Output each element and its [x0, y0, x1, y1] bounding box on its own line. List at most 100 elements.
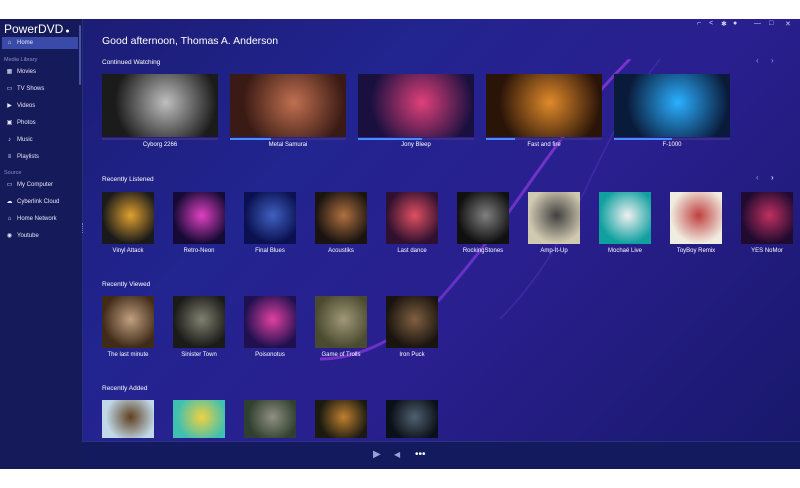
- continued-prev-icon[interactable]: ‹: [756, 56, 759, 65]
- sidebar-item-photos[interactable]: ▣ Photos: [2, 117, 78, 129]
- continued-watching-title: Continued Watching: [102, 59, 161, 66]
- volume-icon[interactable]: ◀: [394, 450, 400, 459]
- app-title[interactable]: PowerDVD ●: [4, 22, 70, 36]
- listened-prev-icon[interactable]: ‹: [756, 173, 759, 182]
- thumbnail: [244, 400, 296, 438]
- photo-icon: ▣: [6, 120, 13, 126]
- sidebar-item-videos[interactable]: ▶ Videos: [2, 100, 78, 112]
- listened-card[interactable]: Mochaé Live: [599, 192, 651, 258]
- card-title: Last dance: [397, 248, 427, 254]
- card-title: Sinister Town: [181, 352, 217, 358]
- computer-icon: ▭: [6, 182, 13, 188]
- continued-card[interactable]: Metal Samurai: [230, 74, 346, 151]
- viewed-card[interactable]: Poisonotus: [244, 296, 296, 362]
- music-icon: ♪: [8, 137, 11, 143]
- sidebar-item-cyberlink-cloud[interactable]: ☁ Cyberlink Cloud: [2, 196, 78, 208]
- help-icon[interactable]: ●: [733, 20, 737, 27]
- thumbnail: [244, 296, 296, 348]
- viewed-card[interactable]: Sinister Town: [173, 296, 225, 362]
- card-title: The last minute: [107, 352, 149, 358]
- thumbnail: [486, 74, 602, 137]
- drop-icon: ●: [65, 28, 70, 35]
- close-icon[interactable]: ✕: [785, 20, 791, 28]
- home-icon: ⌂: [7, 40, 12, 46]
- film-icon: ▦: [6, 69, 13, 75]
- listened-card[interactable]: Last dance: [386, 192, 438, 258]
- viewed-card[interactable]: The last minute: [102, 296, 154, 362]
- watch-progress: [230, 138, 346, 140]
- card-title: Iron Puck: [399, 352, 425, 358]
- card-title: Amp-It-Up: [540, 248, 568, 254]
- card-title: Vinyl Attack: [112, 248, 144, 254]
- card-title: F-1000: [662, 142, 682, 148]
- sidebar-item-movies[interactable]: ▦ Movies: [2, 66, 78, 78]
- sidebar-item-tv-shows[interactable]: ▭ TV Shows: [2, 83, 78, 95]
- video-icon: ▶: [7, 103, 12, 109]
- watch-progress: [102, 138, 218, 140]
- watch-progress: [486, 138, 602, 140]
- thumbnail: [315, 192, 367, 244]
- sidebar-item-playlists[interactable]: ≡ Playlists: [2, 151, 78, 163]
- card-title: YES NoMor: [751, 248, 783, 254]
- viewed-card[interactable]: Iron Puck: [386, 296, 438, 362]
- thumbnail: [386, 192, 438, 244]
- thumbnail: [614, 74, 730, 137]
- listened-card[interactable]: YES NoMor: [741, 192, 793, 258]
- media-library-heading: Media Library: [4, 57, 38, 63]
- listened-card[interactable]: Vinyl Attack: [102, 192, 154, 258]
- thumbnail: [244, 192, 296, 244]
- listened-card[interactable]: RockingStones: [457, 192, 509, 258]
- continued-card[interactable]: Cyborg 2266: [102, 74, 218, 151]
- card-title: Final Blues: [255, 248, 285, 254]
- sidebar-item-home-network[interactable]: ⌂ Home Network: [2, 213, 78, 225]
- minimize-icon[interactable]: —: [754, 20, 761, 27]
- thumbnail: [528, 192, 580, 244]
- listened-next-icon[interactable]: ›: [771, 173, 774, 182]
- thumbnail: [670, 192, 722, 244]
- card-title: Jony Bleep: [401, 142, 431, 148]
- continued-card[interactable]: Fast and fire: [486, 74, 602, 151]
- listened-card[interactable]: Final Blues: [244, 192, 296, 258]
- thumbnail: [386, 296, 438, 348]
- recently-listened-title: Recently Listened: [102, 176, 154, 183]
- dock-icon[interactable]: ⌐: [697, 20, 701, 27]
- watch-progress: [358, 138, 474, 140]
- card-title: Retro-Neon: [183, 248, 215, 254]
- sidebar-item-music[interactable]: ♪ Music: [2, 134, 78, 146]
- sidebar-scrollbar[interactable]: [79, 25, 81, 85]
- thumbnail: [102, 296, 154, 348]
- card-title: Fast and fire: [527, 142, 561, 148]
- listened-card[interactable]: Retro-Neon: [173, 192, 225, 258]
- sidebar-item-home[interactable]: ⌂ Home: [2, 37, 78, 49]
- play-icon[interactable]: ▶: [373, 449, 381, 460]
- listened-card[interactable]: Amp-It-Up: [528, 192, 580, 258]
- viewed-card[interactable]: Game of Trolls: [315, 296, 367, 362]
- card-title: Game of Trolls: [321, 352, 361, 358]
- sidebar-collapse-handle[interactable]: [82, 223, 86, 233]
- thumbnail: [230, 74, 346, 137]
- continued-card[interactable]: Jony Bleep: [358, 74, 474, 151]
- playlist-icon: ≡: [7, 154, 12, 160]
- sidebar-item-youtube[interactable]: ◉ Youtube: [2, 230, 78, 242]
- thumbnail: [599, 192, 651, 244]
- greeting: Good afternoon, Thomas A. Anderson: [102, 35, 279, 47]
- thumbnail: [173, 400, 225, 438]
- listened-card[interactable]: Acoustiks: [315, 192, 367, 258]
- thumbnail: [386, 400, 438, 438]
- thumbnail: [457, 192, 509, 244]
- maximize-icon[interactable]: □: [769, 20, 773, 27]
- thumbnail: [358, 74, 474, 137]
- share-icon[interactable]: <: [709, 20, 713, 27]
- continued-card[interactable]: F-1000: [614, 74, 730, 151]
- card-title: Metal Samurai: [268, 142, 308, 148]
- cloud-icon: ☁: [6, 199, 13, 205]
- listened-card[interactable]: ToyBoy Remix: [670, 192, 722, 258]
- thumbnail: [173, 192, 225, 244]
- thumbnail: [173, 296, 225, 348]
- gear-icon[interactable]: ✱: [721, 20, 727, 28]
- thumbnail: [741, 192, 793, 244]
- more-icon[interactable]: •••: [415, 449, 426, 460]
- continued-next-icon[interactable]: ›: [771, 56, 774, 65]
- recently-viewed-title: Recently Viewed: [102, 281, 151, 288]
- sidebar-item-my-computer[interactable]: ▭ My Computer: [2, 179, 78, 191]
